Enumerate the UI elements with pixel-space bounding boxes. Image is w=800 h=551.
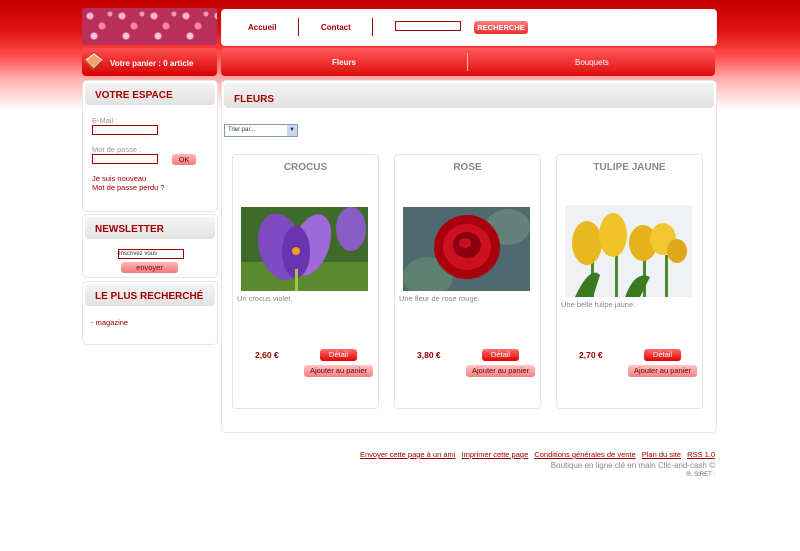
footer-print-link[interactable]: Imprimer cette page [462,450,529,459]
newsletter-box: NEWSLETTER envoyer [82,214,218,278]
category-fleurs-link[interactable]: Fleurs [332,58,356,67]
footer-sitemap-link[interactable]: Plan du site [642,450,681,459]
page-title: FLEURS [234,94,274,105]
popular-box: LE PLUS RECHERCHÉ - magazine [82,281,218,345]
search-input[interactable] [395,21,461,31]
footer-siret: ®, SIRET : [686,472,715,478]
detail-button[interactable]: Détail [320,349,357,361]
footer-rss-link[interactable]: RSS 1.0 [687,450,715,459]
login-ok-button[interactable]: OK [172,154,196,165]
sort-select[interactable]: Trier par... ▼ [224,124,298,137]
popular-item-magazine[interactable]: - magazine [91,318,128,327]
product-name: TULIPE JAUNE [593,162,666,173]
main-header: FLEURS [224,83,714,108]
chevron-down-icon: ▼ [287,125,297,136]
account-box-header: VOTRE ESPACE [85,83,215,105]
password-field[interactable] [92,154,158,164]
footer-links: Envoyer cette page à un ami Imprimer cet… [356,450,715,459]
account-box-title: VOTRE ESPACE [95,90,173,101]
product-card: TULIPE JAUNE Une belle tulipe jaune. 2,7… [556,154,703,409]
account-box: VOTRE ESPACE E-Mail : Mot de passe : OK … [82,80,218,212]
nav-divider [298,18,299,36]
cart-bar[interactable]: Votre panier : 0 article [82,48,217,76]
product-price: 3,80 € [417,350,441,360]
top-navigation: Accueil Contact RECHERCHE [221,9,717,46]
newsletter-box-header: NEWSLETTER [85,217,215,239]
tulip-photo[interactable] [565,205,692,297]
category-divider [467,53,468,71]
product-card: ROSE Une fleur de rose rouge. 3,80 € Dét… [394,154,541,409]
product-name: ROSE [453,162,482,173]
newsletter-box-title: NEWSLETTER [95,224,164,235]
detail-button[interactable]: Détail [482,349,519,361]
sort-select-value: Trier par... [228,127,256,133]
footer-send-link[interactable]: Envoyer cette page à un ami [360,450,455,459]
search-button[interactable]: RECHERCHE [474,21,528,34]
email-label: E-Mail : [92,116,118,125]
product-price: 2,70 € [579,350,603,360]
newsletter-email-input[interactable] [118,249,184,259]
popular-box-header: LE PLUS RECHERCHÉ [85,284,215,306]
product-description: Un crocus violet. [237,294,293,303]
crocus-photo[interactable] [241,207,368,291]
product-description: Une fleur de rose rouge. [399,294,480,303]
add-to-cart-button[interactable]: Ajouter au panier [466,365,535,377]
add-to-cart-button[interactable]: Ajouter au panier [628,365,697,377]
lost-password-link[interactable]: Mot de passe perdu ? [92,183,165,192]
cart-box-icon [85,53,103,71]
cart-summary: Votre panier : 0 article [110,59,194,68]
popular-box-title: LE PLUS RECHERCHÉ [95,291,204,302]
footer-terms-link[interactable]: Conditions générales de vente [534,450,635,459]
product-description: Une belle tulipe jaune. [561,300,636,309]
register-link[interactable]: Je suis nouveau [92,174,146,183]
nav-contact-link[interactable]: Contact [321,23,351,32]
category-bouquets-link[interactable]: Bouquets [575,58,609,67]
nav-divider [372,18,373,36]
newsletter-submit-button[interactable]: envoyer [121,262,178,273]
main-content: FLEURS Trier par... ▼ CROCUS Un crocus v… [221,80,717,433]
header-flower-banner [82,8,217,45]
add-to-cart-button[interactable]: Ajouter au panier [304,365,373,377]
password-label: Mot de passe : [92,145,142,154]
product-price: 2,60 € [255,350,279,360]
email-field[interactable] [92,125,158,135]
rose-photo[interactable] [403,207,530,291]
nav-accueil-link[interactable]: Accueil [248,23,276,32]
category-bar: Fleurs Bouquets [221,48,715,76]
footer-credits: Boutique en ligne clé en main Clic-and-c… [550,461,715,470]
product-card: CROCUS Un crocus violet. 2,60 € Détail A… [232,154,379,409]
product-name: CROCUS [283,162,328,173]
detail-button[interactable]: Détail [644,349,681,361]
